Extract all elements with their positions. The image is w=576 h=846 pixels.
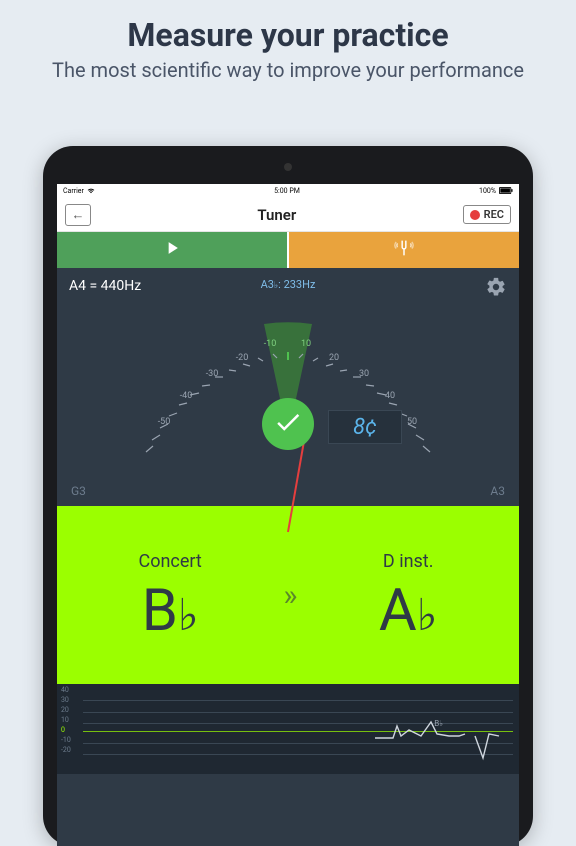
graph-tick-30: 30 <box>61 696 69 704</box>
gauge-range-high: A3 <box>490 484 505 498</box>
promo-headline: Measure your practice <box>30 16 546 54</box>
svg-text:-50: -50 <box>158 417 171 427</box>
mode-tab-row <box>57 232 519 268</box>
promo-subline: The most scientific way to improve your … <box>30 58 546 83</box>
battery-icon <box>499 187 513 196</box>
concert-note-accidental: ♭ <box>178 589 199 641</box>
graph-canvas: B♭ <box>83 692 513 770</box>
back-button[interactable]: ← <box>65 204 91 226</box>
ios-status-bar: Carrier 5:00 PM 100% <box>57 184 519 198</box>
svg-text:40: 40 <box>385 391 395 401</box>
nav-bar: ← Tuner REC <box>57 198 519 232</box>
concert-note: B♭ <box>139 582 202 640</box>
record-dot-icon <box>470 210 480 220</box>
concert-note-letter: B <box>142 577 178 645</box>
cents-readout: 8¢ <box>328 410 402 444</box>
graph-tick-40: 40 <box>61 686 69 694</box>
tuning-fork-icon <box>393 237 415 263</box>
concert-pitch-column: Concert B♭ <box>139 551 202 640</box>
svg-text:50: 50 <box>407 417 417 427</box>
graph-tick-n10: -10 <box>61 736 71 744</box>
instrument-label: D inst. <box>379 551 438 572</box>
record-label: REC <box>484 208 504 221</box>
pitch-trace <box>375 712 505 762</box>
svg-text:10: 10 <box>301 339 311 349</box>
page-title: Tuner <box>257 206 296 224</box>
tablet-camera <box>284 163 292 171</box>
status-battery-pct: 100% <box>479 187 496 195</box>
svg-text:-30: -30 <box>206 369 219 379</box>
instrument-note-letter: A <box>379 577 417 645</box>
concert-label: Concert <box>139 551 202 572</box>
in-tune-badge <box>262 398 314 450</box>
instrument-note: A♭ <box>379 582 438 640</box>
transpose-arrow-icon: » <box>283 578 297 613</box>
record-button[interactable]: REC <box>463 205 511 224</box>
graph-tick-0: 0 <box>61 726 65 734</box>
svg-text:-40: -40 <box>180 391 193 401</box>
promo-header: Measure your practice The most scientifi… <box>0 0 576 95</box>
wifi-icon <box>87 187 95 196</box>
tuning-fork-tab[interactable] <box>289 232 519 268</box>
tuner-display: A4 = 440Hz A3♭: 233Hz <box>57 268 519 506</box>
gauge-range-low: G3 <box>71 484 86 498</box>
svg-text:-10: -10 <box>264 339 277 349</box>
graph-tick-n20: -20 <box>61 746 71 754</box>
svg-text:30: 30 <box>359 369 369 379</box>
transpose-panel: Concert B♭ » D inst. A♭ <box>57 506 519 684</box>
status-time: 5:00 PM <box>274 187 300 195</box>
settings-button[interactable] <box>485 276 507 302</box>
gear-icon <box>485 283 507 302</box>
status-carrier: Carrier <box>63 187 84 195</box>
app-screen: Carrier 5:00 PM 100% ← Tuner REC <box>57 184 519 846</box>
instrument-pitch-column: D inst. A♭ <box>379 551 438 640</box>
graph-tick-10: 10 <box>61 716 69 724</box>
arrow-left-icon: ← <box>72 207 85 223</box>
pitch-history-graph: 40 30 20 10 0 -10 -20 B♭ <box>57 684 519 774</box>
instrument-note-accidental: ♭ <box>417 589 438 641</box>
svg-text:20: 20 <box>329 353 339 363</box>
tablet-frame: Carrier 5:00 PM 100% ← Tuner REC <box>43 146 533 846</box>
play-icon <box>162 238 182 262</box>
graph-tick-20: 20 <box>61 706 69 714</box>
play-tab[interactable] <box>57 232 287 268</box>
tuning-gauge: -50 -40 -30 -20 -10 10 20 30 40 50 <box>88 288 488 488</box>
checkmark-icon <box>273 407 303 441</box>
svg-text:-20: -20 <box>236 353 249 363</box>
